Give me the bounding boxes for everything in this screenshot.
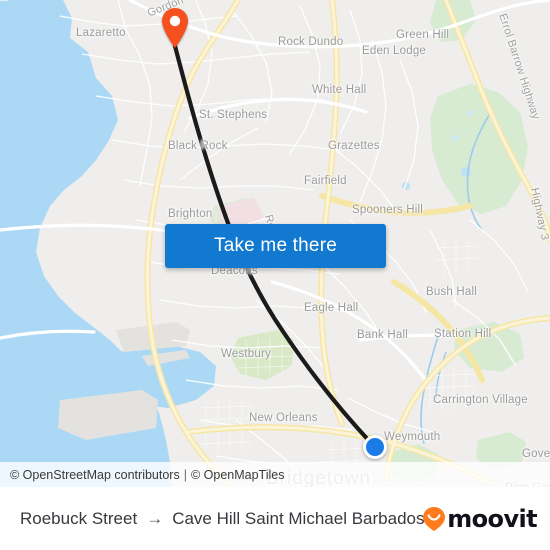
- trip-footer-bar: Roebuck Street → Cave Hill Saint Michael…: [0, 487, 550, 550]
- origin-pin-icon[interactable]: [162, 8, 188, 48]
- moovit-wordmark: moovit: [447, 505, 537, 533]
- destination-label: Cave Hill Saint Michael Barbados: [172, 509, 425, 528]
- arrow-right-icon: →: [146, 509, 164, 528]
- attribution-osm[interactable]: © OpenStreetMap contributors: [10, 468, 180, 482]
- take-me-there-button[interactable]: Take me there: [165, 224, 386, 268]
- moovit-pin-icon: [423, 507, 446, 531]
- map-attribution-bar: © OpenStreetMap contributors | © OpenMap…: [0, 462, 550, 487]
- moovit-trip-map-screen: Lazaretto Rock Dundo Green Hill Eden Lod…: [0, 0, 550, 550]
- map-canvas[interactable]: Lazaretto Rock Dundo Green Hill Eden Lod…: [0, 0, 550, 487]
- destination-dot-icon[interactable]: [363, 435, 387, 459]
- pond-icon: [452, 135, 458, 141]
- attribution-tiles[interactable]: © OpenMapTiles: [191, 468, 285, 482]
- pond-icon: [461, 167, 471, 177]
- moovit-logo[interactable]: moovit: [423, 505, 538, 533]
- origin-label: Roebuck Street: [20, 509, 138, 528]
- attribution-separator: |: [183, 467, 187, 482]
- route-summary: Roebuck Street → Cave Hill Saint Michael…: [0, 509, 424, 529]
- pond-icon: [467, 110, 473, 116]
